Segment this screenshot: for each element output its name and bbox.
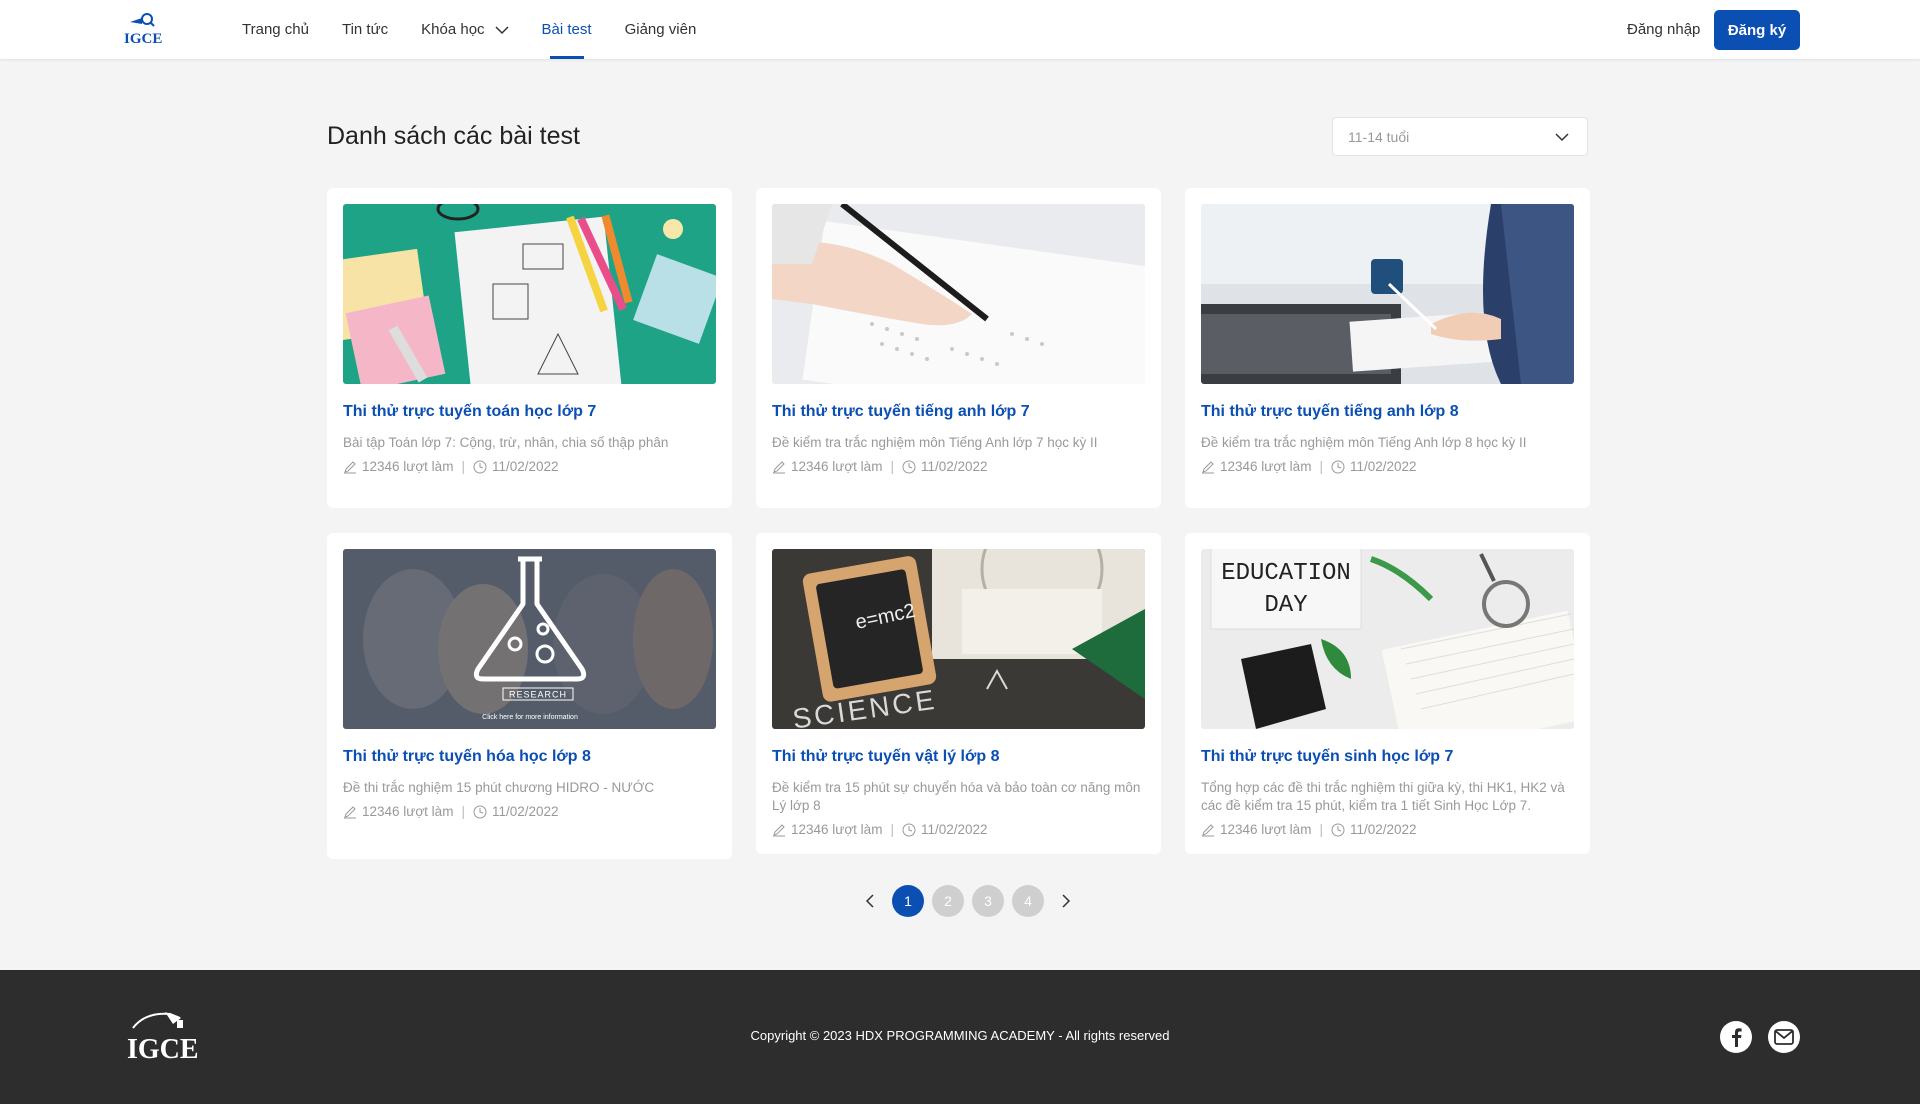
- test-meta: 12346 lượt làm | 11/02/2022: [1201, 459, 1574, 474]
- test-title[interactable]: Thi thử trực tuyến tiếng anh lớp 8: [1201, 403, 1574, 421]
- test-title[interactable]: Thi thử trực tuyến toán học lớp 7: [343, 403, 716, 421]
- nav-courses-label: Khóa học: [421, 21, 485, 38]
- age-filter-value: 11-14 tuổi: [1348, 128, 1410, 145]
- test-date: 11/02/2022: [920, 459, 988, 474]
- test-card[interactable]: RESEARCH Click here for more information…: [327, 533, 732, 859]
- pencil-icon: [1202, 823, 1214, 836]
- pencil-icon: [773, 823, 785, 836]
- nav-teachers[interactable]: Giảng viên: [625, 0, 697, 59]
- nav-teachers-label: Giảng viên: [624, 21, 697, 38]
- test-date: 11/02/2022: [920, 822, 988, 837]
- test-thumbnail-english-7: [772, 204, 1145, 384]
- test-attempts: 12346 lượt làm: [1220, 459, 1312, 474]
- test-description: Đề kiểm tra trắc nghiệm môn Tiếng Anh lớ…: [772, 435, 1098, 450]
- test-thumbnail-biology: EDUCATION DAY: [1201, 549, 1574, 729]
- test-thumbnail-math: [343, 204, 716, 384]
- test-title[interactable]: Thi thử trực tuyến hóa học lớp 8: [343, 748, 716, 766]
- test-card[interactable]: Thi thử trực tuyến tiếng anh lớp 8 Đề ki…: [1185, 188, 1590, 508]
- test-meta: 12346 lượt làm | 11/02/2022: [772, 822, 1145, 837]
- nav-news-label: Tin tức: [341, 21, 389, 38]
- copyright-text: Copyright © 2023 HDX PROGRAMMING ACADEMY…: [750, 1028, 1170, 1043]
- test-thumbnail-chemistry: RESEARCH Click here for more information: [343, 549, 716, 729]
- test-thumbnail-english-8: [1201, 204, 1574, 384]
- test-meta: 12346 lượt làm | 11/02/2022: [772, 459, 1145, 474]
- test-meta: 12346 lượt làm | 11/02/2022: [343, 804, 716, 819]
- test-meta: 12346 lượt làm | 11/02/2022: [1201, 822, 1574, 837]
- test-card[interactable]: EDUCATION DAY Thi thử trực tuyến sinh họ…: [1185, 533, 1590, 854]
- test-card[interactable]: e=mc2 SCIENCE Thi thử trực tuyến vật lý …: [756, 533, 1161, 854]
- logo[interactable]: IGCE: [122, 10, 162, 50]
- meta-separator: |: [890, 822, 894, 837]
- test-date: 11/02/2022: [491, 804, 559, 819]
- test-date: 11/02/2022: [1349, 459, 1417, 474]
- meta-separator: |: [461, 459, 465, 474]
- main-nav: Trang chủ Tin tức Khóa học Bài test Giản…: [242, 0, 729, 59]
- test-title[interactable]: Thi thử trực tuyến vật lý lớp 8: [772, 748, 1145, 766]
- nav-news[interactable]: Tin tức: [342, 0, 388, 59]
- svg-text:IGCE: IGCE: [124, 31, 162, 47]
- nav-tests[interactable]: Bài test: [542, 0, 592, 59]
- page-title: Danh sách các bài test: [327, 122, 580, 150]
- clock-icon: [902, 823, 916, 836]
- chevron-left-icon: [865, 894, 874, 908]
- clock-icon: [1331, 460, 1345, 473]
- test-description: Bài tập Toán lớp 7: Cộng, trừ, nhân, chi…: [343, 435, 669, 450]
- meta-separator: |: [461, 804, 465, 819]
- test-thumbnail-physics: e=mc2 SCIENCE: [772, 549, 1145, 729]
- site-footer: IGCE Copyright © 2023 HDX PROGRAMMING AC…: [0, 970, 1920, 1104]
- education-text: EDUCATION: [1221, 560, 1351, 587]
- meta-separator: |: [1319, 822, 1323, 837]
- next-page-button[interactable]: [1054, 885, 1078, 917]
- page-button[interactable]: 3: [972, 885, 1004, 917]
- test-date: 11/02/2022: [1349, 822, 1417, 837]
- nav-home-label: Trang chủ: [242, 21, 309, 38]
- test-card[interactable]: Thi thử trực tuyến tiếng anh lớp 7 Đề ki…: [756, 188, 1161, 508]
- meta-separator: |: [1319, 459, 1323, 474]
- page-button[interactable]: 2: [932, 885, 964, 917]
- pencil-icon: [344, 805, 356, 818]
- test-meta: 12346 lượt làm | 11/02/2022: [343, 459, 716, 474]
- login-link[interactable]: Đăng nhập: [1627, 0, 1700, 59]
- nav-tests-label: Bài test: [541, 21, 592, 38]
- test-attempts: 12346 lượt làm: [362, 459, 454, 474]
- test-attempts: 12346 lượt làm: [791, 822, 883, 837]
- research-text: RESEARCH: [509, 690, 567, 700]
- chevron-right-icon: [1062, 894, 1071, 908]
- pencil-icon: [344, 460, 356, 473]
- chevron-down-icon: [495, 25, 509, 34]
- nav-home[interactable]: Trang chủ: [242, 0, 309, 59]
- test-title[interactable]: Thi thử trực tuyến tiếng anh lớp 7: [772, 403, 1145, 421]
- test-description: Đề kiểm tra 15 phút sự chuyển hóa và bảo…: [772, 780, 1141, 813]
- pencil-icon: [1202, 460, 1214, 473]
- test-attempts: 12346 lượt làm: [791, 459, 883, 474]
- pencil-icon: [773, 460, 785, 473]
- test-date: 11/02/2022: [491, 459, 559, 474]
- facebook-icon[interactable]: [1720, 1021, 1752, 1053]
- test-description: Tổng hợp các đề thi trắc nghiệm thi giữa…: [1201, 780, 1565, 813]
- clock-icon: [902, 460, 916, 473]
- test-title[interactable]: Thi thử trực tuyến sinh học lớp 7: [1201, 748, 1574, 766]
- clock-icon: [473, 460, 487, 473]
- test-description: Đề kiểm tra trắc nghiệm môn Tiếng Anh lớ…: [1201, 435, 1527, 450]
- age-filter-select[interactable]: 11-14 tuổi: [1332, 117, 1588, 156]
- test-card[interactable]: Thi thử trực tuyến toán học lớp 7 Bài tậ…: [327, 188, 732, 508]
- page-button[interactable]: 4: [1012, 885, 1044, 917]
- test-attempts: 12346 lượt làm: [1220, 822, 1312, 837]
- chevron-down-icon: [1555, 133, 1569, 142]
- test-description: Đề thi trắc nghiệm 15 phút chương HIDRO …: [343, 780, 655, 795]
- register-button[interactable]: Đăng ký: [1714, 10, 1800, 50]
- mail-icon[interactable]: [1768, 1021, 1800, 1053]
- clock-icon: [473, 805, 487, 818]
- page-button[interactable]: 1: [892, 885, 924, 917]
- research-subtext: Click here for more information: [482, 714, 578, 721]
- day-text: DAY: [1264, 592, 1307, 619]
- test-attempts: 12346 lượt làm: [362, 804, 454, 819]
- nav-courses[interactable]: Khóa học: [421, 0, 509, 59]
- site-header: IGCE Trang chủ Tin tức Khóa học Bài test…: [0, 0, 1920, 59]
- prev-page-button[interactable]: [858, 885, 882, 917]
- pagination: 1 2 3 4: [852, 885, 1084, 917]
- clock-icon: [1331, 823, 1345, 836]
- meta-separator: |: [890, 459, 894, 474]
